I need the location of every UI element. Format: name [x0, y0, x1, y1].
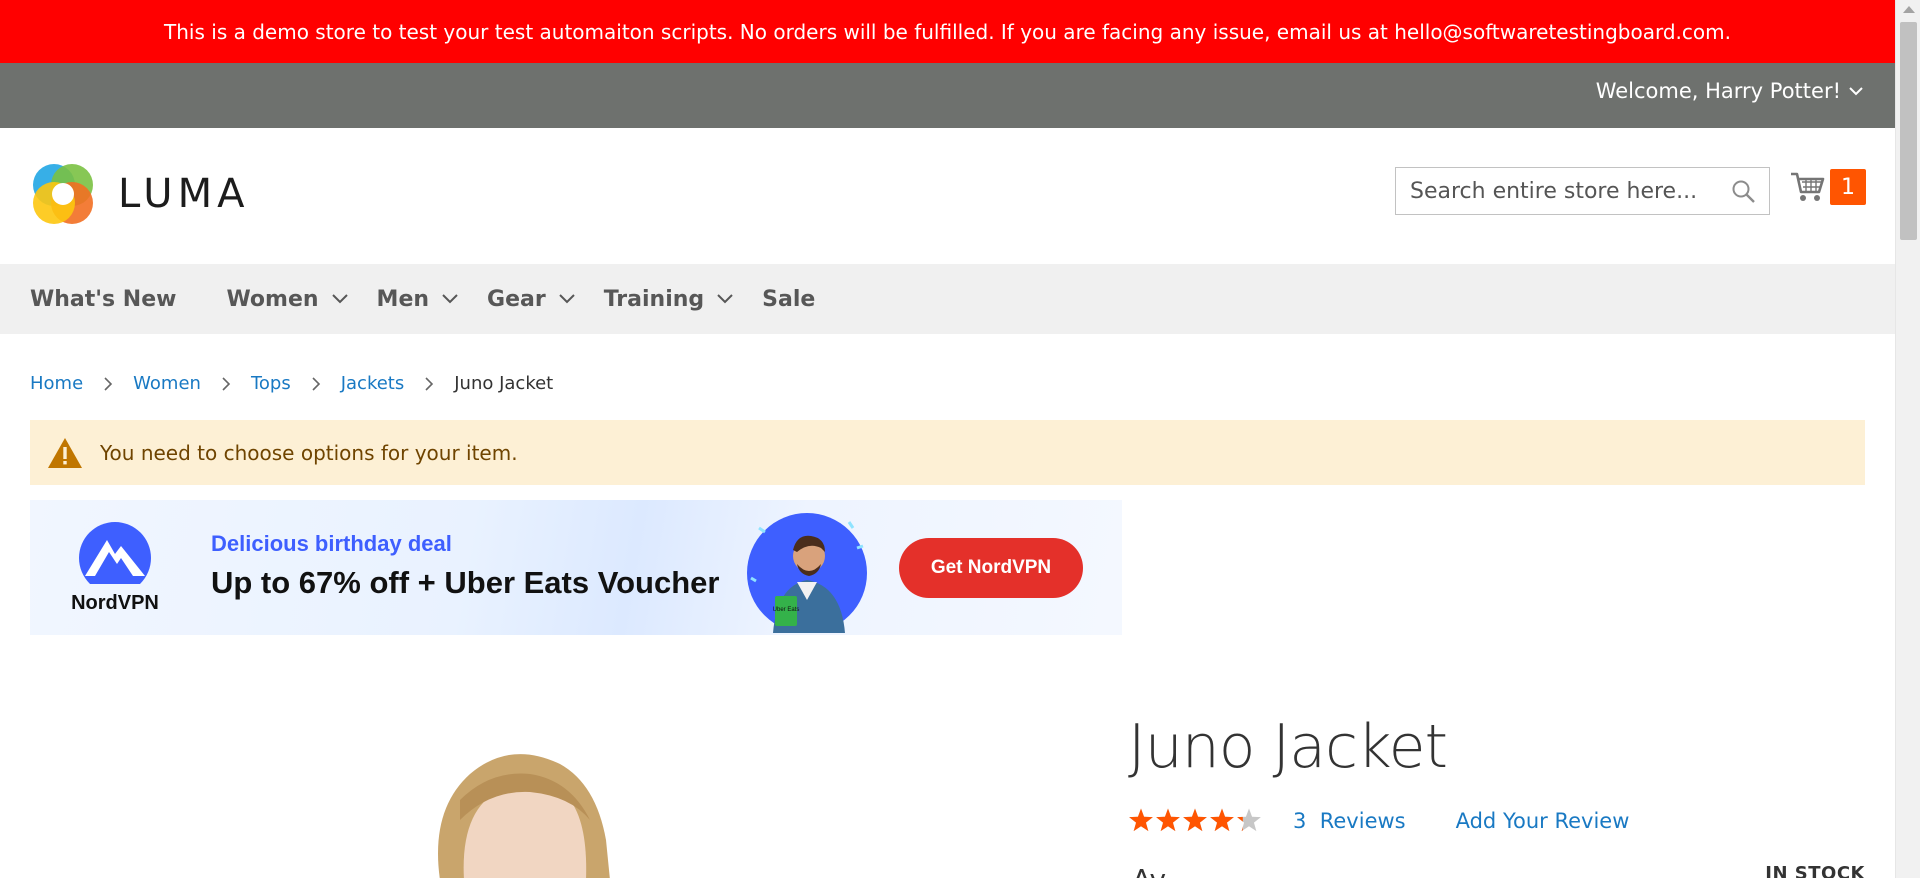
logo-wordmark: LUMA	[118, 171, 250, 217]
star-filled-icon	[1183, 808, 1207, 832]
bag-label: Uber Eats	[773, 607, 800, 613]
warning-icon	[48, 437, 82, 468]
nav-item-women[interactable]: Women	[226, 287, 348, 312]
chevron-down-icon	[717, 294, 733, 304]
nordvpn-wordmark: NordVPN	[71, 592, 159, 614]
product-title: Juno Jacket	[1128, 712, 1448, 782]
chevron-right-icon	[424, 376, 434, 391]
stock-status: IN STOCK	[1765, 863, 1865, 878]
chevron-right-icon	[311, 376, 321, 391]
nav-item-whats-new[interactable]: What's New	[30, 287, 176, 312]
search-icon[interactable]	[1731, 179, 1757, 205]
breadcrumb: Home Women Tops Jackets Juno Jacket	[30, 373, 553, 394]
star-filled-icon	[1129, 808, 1153, 832]
add-review-link[interactable]: Add Your Review	[1456, 809, 1630, 833]
search-input[interactable]	[1410, 178, 1710, 204]
top-panel: Welcome, Harry Potter!	[0, 63, 1895, 128]
nordvpn-mountain-icon	[79, 522, 151, 594]
product-rating: 3 Reviews Add Your Review	[1128, 808, 1629, 834]
welcome-text: Welcome, Harry Potter!	[1595, 79, 1841, 103]
luma-logo-icon	[33, 164, 93, 224]
scroll-up-arrow-icon[interactable]	[1903, 6, 1915, 13]
banner-headline: Up to 67% off + Uber Eats Voucher	[211, 565, 720, 600]
cart-icon	[1791, 172, 1825, 201]
chevron-down-icon	[442, 294, 458, 304]
nav-item-label: Sale	[762, 286, 816, 312]
main-navigation: What's New Women Men Gear Training Sale	[0, 264, 1895, 334]
nav-item-sale[interactable]: Sale	[762, 287, 815, 312]
search-box[interactable]	[1395, 167, 1770, 215]
nav-item-label: What's New	[30, 286, 177, 312]
page-header: LUMA 1	[0, 128, 1895, 264]
minicart-button[interactable]: 1	[1790, 169, 1866, 205]
star-filled-icon	[1210, 808, 1234, 832]
customer-welcome-menu[interactable]: Welcome, Harry Potter!	[1596, 79, 1865, 103]
product-image[interactable]	[420, 740, 640, 878]
breadcrumb-current: Juno Jacket	[454, 373, 554, 394]
page-scrollbar[interactable]	[1895, 0, 1920, 878]
banner-kicker: Delicious birthday deal	[211, 531, 452, 556]
reviews-label: Reviews	[1319, 809, 1406, 833]
breadcrumb-tops[interactable]: Tops	[251, 373, 291, 394]
nordvpn-logo: NordVPN	[60, 522, 170, 615]
chevron-right-icon	[221, 376, 231, 391]
breadcrumb-home[interactable]: Home	[30, 373, 83, 394]
nav-item-training[interactable]: Training	[604, 287, 734, 312]
demo-notice-text: This is a demo store to test your test a…	[164, 19, 1731, 44]
scrollbar-thumb[interactable]	[1900, 22, 1917, 240]
nav-item-label: Women	[226, 286, 319, 312]
breadcrumb-jackets[interactable]: Jackets	[341, 373, 405, 394]
page: This is a demo store to test your test a…	[0, 0, 1895, 878]
demo-notice-bar: This is a demo store to test your test a…	[0, 0, 1895, 63]
nav-item-men[interactable]: Men	[377, 287, 459, 312]
chevron-down-icon	[559, 294, 575, 304]
nav-item-label: Men	[376, 286, 430, 312]
cart-count-badge: 1	[1830, 169, 1866, 205]
nav-item-label: Training	[603, 286, 705, 312]
rating-stars	[1129, 808, 1261, 832]
star-filled-icon	[1156, 808, 1180, 832]
reviews-link[interactable]: 3 Reviews	[1293, 809, 1406, 833]
nav-item-gear[interactable]: Gear	[487, 287, 576, 312]
nav-item-label: Gear	[487, 286, 546, 312]
breadcrumb-women[interactable]: Women	[133, 373, 201, 394]
warning-message-text: You need to choose options for your item…	[100, 440, 518, 465]
get-nordvpn-button[interactable]: Get NordVPN	[899, 538, 1083, 598]
banner-person-image: Uber Eats	[747, 513, 867, 633]
availability-label: Av	[1132, 863, 1166, 878]
warning-message: You need to choose options for your item…	[30, 420, 1865, 485]
ad-banner[interactable]: NordVPN Delicious birthday deal Up to 67…	[30, 500, 1122, 635]
chevron-right-icon	[103, 376, 113, 391]
reviews-count: 3	[1293, 809, 1307, 833]
luma-logo[interactable]: LUMA	[30, 161, 249, 227]
chevron-down-icon	[1849, 87, 1863, 96]
chevron-down-icon	[331, 294, 348, 304]
